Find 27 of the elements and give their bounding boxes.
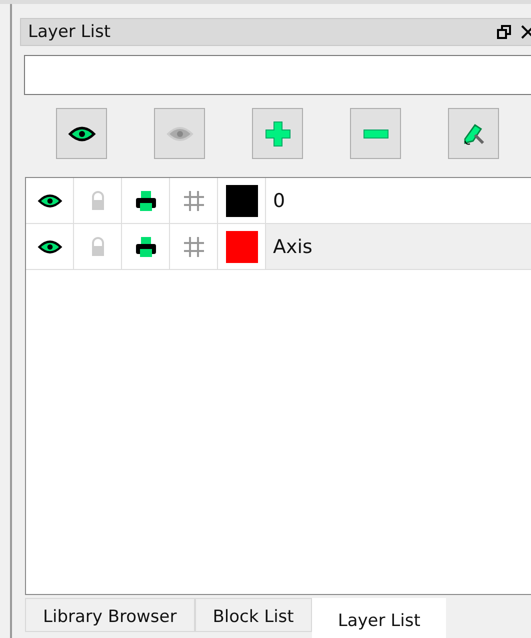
eye-icon — [166, 124, 194, 142]
dock-tab[interactable]: Layer List — [312, 598, 446, 638]
add-layer-button[interactable] — [252, 108, 303, 159]
printer-icon — [134, 236, 156, 258]
minus-icon — [362, 128, 388, 138]
eye-icon — [68, 124, 96, 142]
grid-icon — [182, 190, 204, 212]
eye-icon — [36, 192, 62, 208]
plus-icon — [264, 120, 290, 146]
remove-layer-button[interactable] — [350, 108, 401, 159]
eye-icon — [36, 238, 62, 254]
lock-icon — [90, 236, 106, 256]
dock-tab[interactable]: Library Browser — [25, 598, 195, 632]
layer-color-swatch[interactable] — [226, 230, 258, 262]
grid-icon — [182, 236, 204, 258]
float-icon[interactable] — [497, 25, 511, 39]
lock-icon — [90, 190, 106, 210]
close-icon[interactable] — [521, 25, 531, 39]
printer-icon — [134, 190, 156, 212]
layer-name[interactable]: 0 — [266, 178, 531, 223]
panel-title: Layer List — [28, 22, 112, 42]
filter-field[interactable] — [24, 55, 531, 95]
edit-layer-button[interactable] — [448, 108, 499, 159]
show-all-button[interactable] — [56, 108, 107, 159]
layer-color-swatch[interactable] — [226, 184, 258, 216]
layer-name[interactable]: Axis — [266, 224, 531, 269]
dock-tab[interactable]: Block List — [194, 598, 312, 632]
